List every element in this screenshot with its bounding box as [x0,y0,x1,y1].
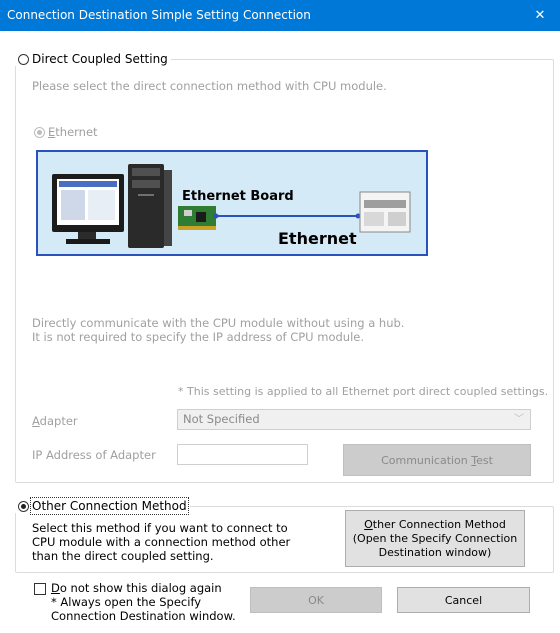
direct-prompt: Please select the direct connection meth… [32,79,387,93]
other-description-line1: Select this method if you want to connec… [32,521,288,535]
other-connection-method-button[interactable]: Other Connection Method (Open the Specif… [345,510,525,567]
ethernet-cable-label: Ethernet [278,229,357,248]
ethernet-note: * This setting is applied to all Etherne… [178,385,549,398]
communication-test-label: Communication Test [381,453,493,467]
ethernet-board-label: Ethernet Board [182,189,294,204]
ok-button[interactable]: OK [250,587,382,613]
window-title: Connection Destination Simple Setting Co… [7,8,311,22]
connection-illustration: Ethernet Board Ethernet [36,150,428,256]
direct-coupled-radio-circle[interactable] [18,53,29,65]
other-connection-radio[interactable]: Other Connection Method [15,497,190,515]
chevron-down-icon: ﹀ [514,414,524,425]
ip-address-input[interactable] [177,444,308,465]
direct-description-line2: It is not required to specify the IP add… [32,330,364,344]
close-icon: ✕ [534,8,546,23]
ethernet-radio-circle[interactable] [34,126,45,138]
ethernet-cable-icon [213,213,361,219]
monitor-icon [52,174,124,244]
close-button[interactable]: ✕ [520,0,560,31]
other-description-line2: CPU module with a connection method othe… [32,535,291,549]
other-button-line2: (Open the Specify Connection [352,531,518,545]
cancel-button-label: Cancel [444,593,483,607]
do-not-show-label: Do not show this dialog again [51,581,222,595]
direct-description-line1: Directly communicate with the CPU module… [32,316,405,330]
ethernet-option-text: thernet [55,125,98,139]
adapter-select[interactable]: Not Specified ﹀ [177,409,531,430]
pc-tower-icon [128,164,172,248]
ethernet-radio[interactable]: Ethernet [34,125,98,139]
do-not-show-note-line2: Connection Destination window. [51,609,236,623]
direct-coupled-radio[interactable]: Direct Coupled Setting [15,52,171,66]
other-connection-label: Other Connection Method [30,497,189,515]
ethernet-option-label: Ethernet [48,125,98,139]
other-connection-radio-circle[interactable] [18,500,29,512]
ethernet-board-icon [178,206,216,230]
do-not-show-checkbox[interactable] [34,583,46,595]
other-button-line3: Destination window) [378,545,492,559]
title-bar: Connection Destination Simple Setting Co… [0,0,560,31]
adapter-label: Adapter [32,414,78,428]
other-button-line1: Other Connection Method [364,517,506,531]
cancel-button[interactable]: Cancel [397,587,530,613]
plc-module-icon [359,191,411,233]
other-description-line3: than the direct coupled setting. [32,549,214,563]
communication-test-button[interactable]: Communication Test [343,444,531,476]
connection-diagram-svg: Ethernet Board Ethernet [52,164,411,248]
ok-button-label: OK [308,593,324,607]
do-not-show-note-line1: * Always open the Specify [51,595,202,609]
adapter-select-value: Not Specified [183,412,260,426]
direct-coupled-label: Direct Coupled Setting [32,52,168,66]
ip-address-label: IP Address of Adapter [32,448,156,462]
